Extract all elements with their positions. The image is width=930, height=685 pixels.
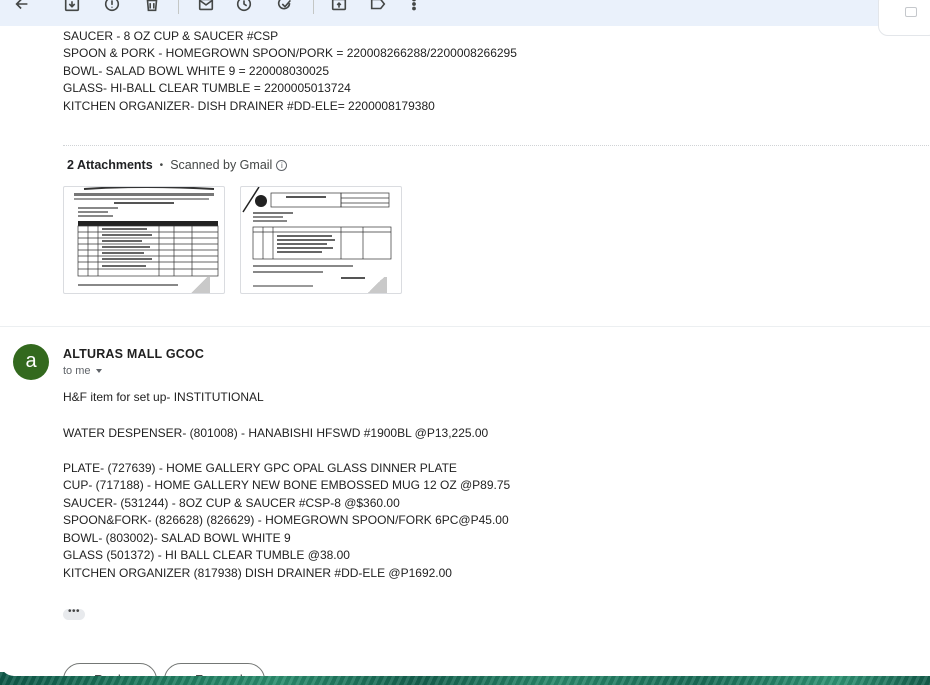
gmail-window: SAUCER - 8 OZ CUP & SAUCER #CSP SPOON & … — [0, 0, 930, 676]
separator-dot: • — [159, 159, 164, 171]
page-fold — [188, 277, 210, 293]
scanned-label: Scanned by Gmail — [170, 158, 273, 172]
reply-button[interactable]: Reply — [63, 663, 157, 676]
more-vert-icon[interactable] — [404, 0, 424, 14]
message-body-line: SPOON&FORK- (826628) (826629) - HOMEGROW… — [63, 513, 509, 527]
message-body-line: KITCHEN ORGANIZER (817938) DISH DRAINER … — [63, 566, 452, 580]
report-spam-icon[interactable] — [102, 0, 122, 14]
move-to-icon[interactable] — [329, 0, 349, 14]
calendar-icon — [905, 7, 917, 17]
message-body-line: WATER DESPENSER- (801008) - HANABISHI HF… — [63, 426, 489, 440]
forward-button[interactable]: Forward — [164, 663, 265, 676]
add-task-icon[interactable] — [275, 0, 295, 14]
attachment-thumbnail[interactable] — [240, 186, 402, 294]
mark-unread-icon[interactable] — [196, 0, 216, 14]
recipient-label: to me — [63, 365, 91, 377]
prev-body-line: SPOON & PORK - HOMEGROWN SPOON/PORK = 22… — [63, 46, 517, 60]
toolbar-divider — [313, 0, 314, 14]
snooze-icon[interactable] — [234, 0, 254, 14]
attachment-thumbnail[interactable] — [63, 186, 225, 294]
back-arrow-icon[interactable] — [12, 0, 32, 14]
prev-body-line: SAUCER - 8 OZ CUP & SAUCER #CSP — [63, 29, 279, 43]
toolbar-divider — [178, 0, 179, 14]
message-body-line: GLASS (501372) - HI BALL CLEAR TUMBLE @3… — [63, 548, 350, 562]
attachments-divider — [63, 145, 930, 146]
message-body-line: PLATE- (727639) - HOME GALLERY GPC OPAL … — [63, 461, 457, 475]
recipient-details[interactable]: to me — [63, 365, 102, 377]
message-body-line: SAUCER- (531244) - 8OZ CUP & SAUCER #CSP… — [63, 496, 400, 510]
label-icon[interactable] — [368, 0, 388, 14]
info-icon[interactable]: i — [276, 159, 288, 171]
archive-icon[interactable] — [62, 0, 82, 14]
message-body-line: BOWL- (803002)- SALAD BOWL WHITE 9 — [63, 531, 291, 545]
side-panel-chip[interactable] — [878, 0, 930, 36]
attachments-count: 2 Attachments — [67, 158, 153, 172]
sender-name[interactable]: ALTURAS MALL GCOC — [63, 347, 204, 361]
message-toolbar — [0, 0, 930, 36]
page-fold — [365, 277, 387, 293]
message-divider — [0, 326, 930, 327]
avatar[interactable]: a — [13, 344, 49, 380]
attachments-header: 2 Attachments • Scanned by Gmail i — [67, 158, 288, 172]
message-body-line: CUP- (717188) - HOME GALLERY NEW BONE EM… — [63, 478, 511, 492]
prev-body-line: KITCHEN ORGANIZER- DISH DRAINER #DD-ELE=… — [63, 99, 435, 113]
chevron-down-icon[interactable] — [95, 369, 102, 373]
show-trimmed-content-button[interactable]: ••• — [63, 607, 85, 620]
prev-body-line: GLASS- HI-BALL CLEAR TUMBLE = 2200005013… — [63, 81, 351, 95]
message-body-line: H&F item for set up- INSTITUTIONAL — [63, 390, 264, 404]
delete-icon[interactable] — [142, 0, 162, 14]
prev-body-line: BOWL- SALAD BOWL WHITE 9 = 220008030025 — [63, 64, 330, 78]
